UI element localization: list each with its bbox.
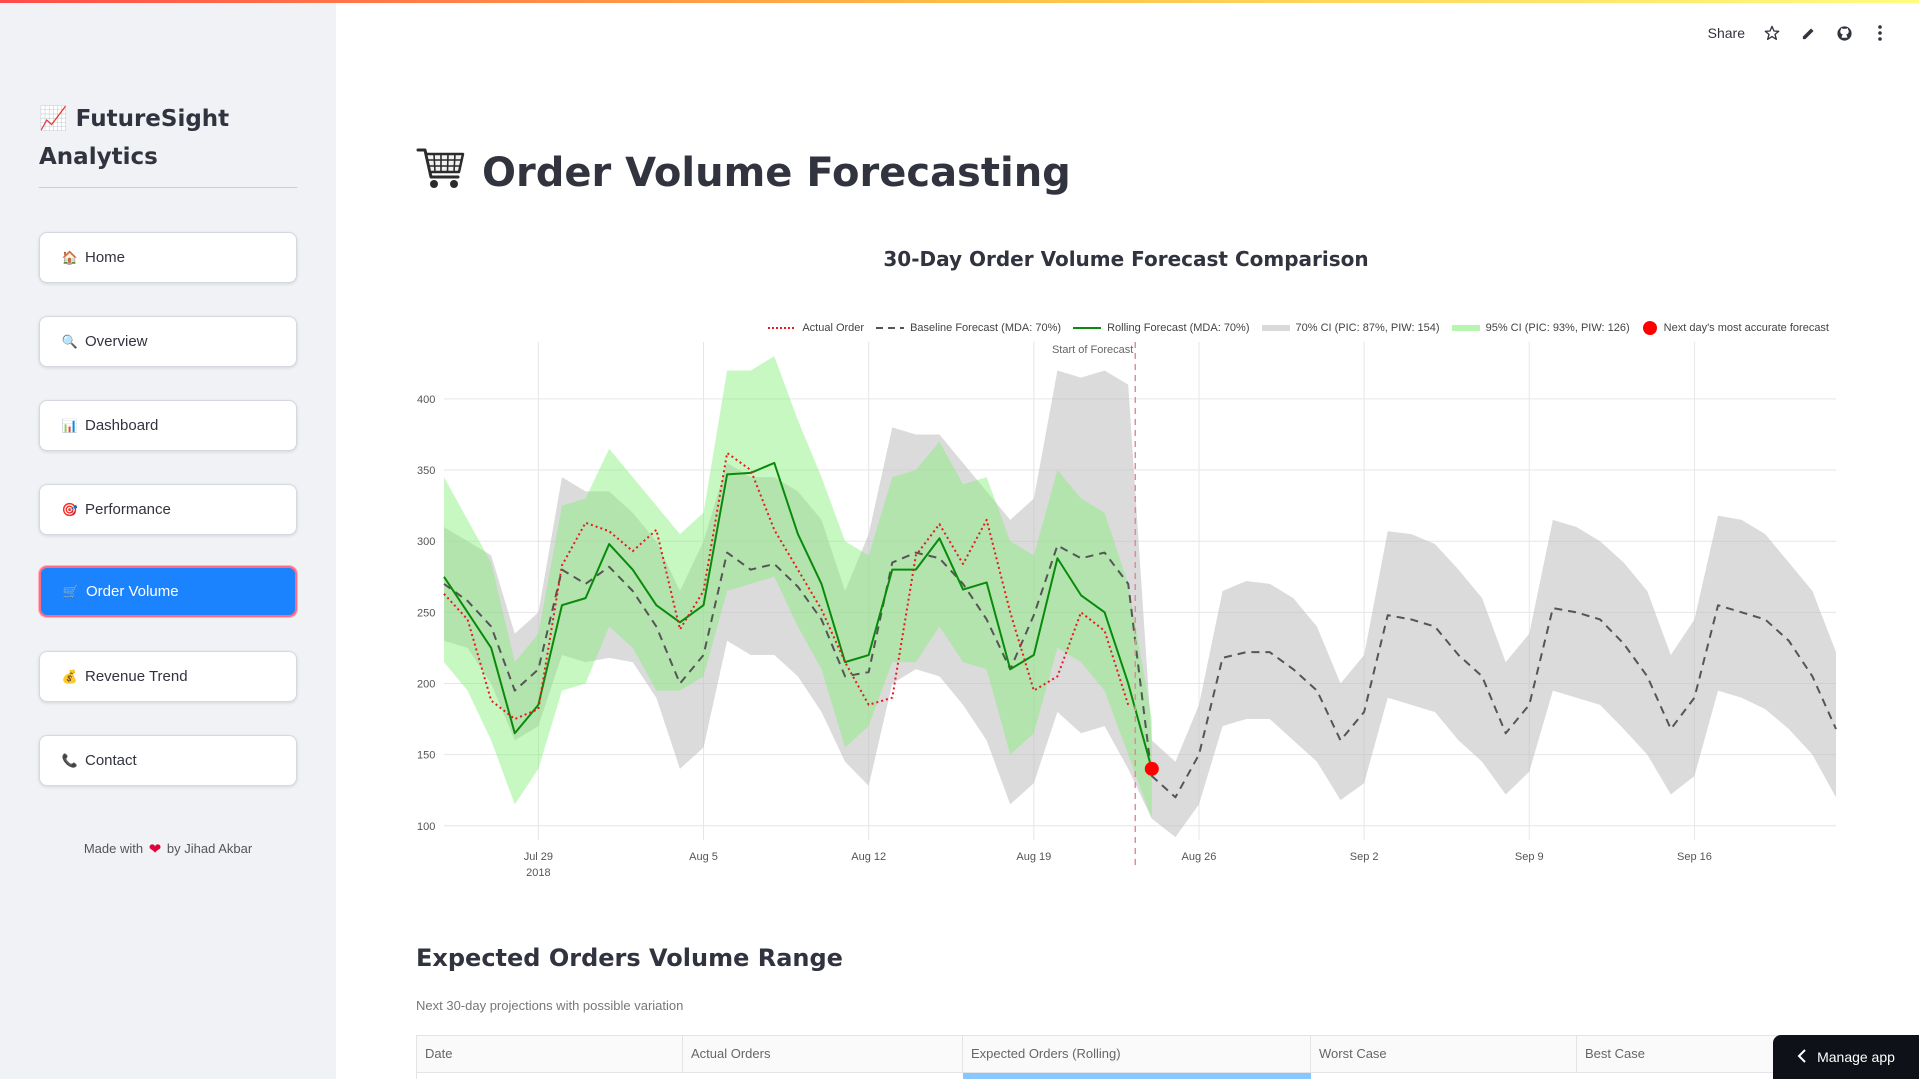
forecast-chart: 100 150 200 250 300 350 400 Jul 29 2018 Aug 5 Aug …: [417, 342, 1837, 879]
top-accent-bar: [0, 0, 1919, 3]
sidebar-item-label: Contact: [85, 752, 137, 769]
heart-icon: ❤: [148, 841, 162, 858]
column-header-actual-orders[interactable]: Actual Orders: [683, 1036, 963, 1072]
column-header-expected-orders[interactable]: Expected Orders (Rolling): [963, 1036, 1311, 1072]
x-tick-label: Sep 9: [1515, 851, 1544, 863]
sidebar-item-label: Home: [85, 249, 126, 266]
x-tick-label: 2018: [526, 867, 550, 879]
y-tick-label: 400: [417, 394, 435, 406]
y-tick-label: 200: [417, 678, 435, 690]
x-tick-label: Sep 16: [1677, 851, 1712, 863]
sidebar-item-contact[interactable]: 📞 Contact: [39, 735, 297, 786]
cart-icon: 🛒: [62, 583, 80, 599]
sidebar-item-order-volume[interactable]: 🛒 Order Volume: [39, 566, 297, 617]
y-tick-label: 250: [417, 607, 435, 619]
sidebar-divider: [39, 187, 297, 188]
chart-title: 30-Day Order Volume Forecast Comparison: [883, 247, 1369, 271]
magnifier-icon: 🔍: [61, 333, 79, 349]
next-day-forecast-point: [1144, 761, 1159, 776]
sidebar-item-label: Revenue Trend: [85, 668, 188, 685]
column-header-worst-case[interactable]: Worst Case: [1311, 1036, 1577, 1072]
column-header-date[interactable]: Date: [417, 1036, 683, 1072]
chevron-left-icon: [1797, 1048, 1807, 1066]
cart-icon: [416, 145, 466, 201]
sidebar-item-label: Performance: [85, 501, 171, 518]
share-button[interactable]: Share: [1708, 25, 1745, 41]
home-icon: 🏠: [61, 249, 79, 265]
header-actions: Share: [1708, 24, 1889, 42]
x-tick-label: Aug 19: [1016, 851, 1051, 863]
edit-pencil-icon[interactable]: [1799, 24, 1817, 42]
sidebar-item-dashboard[interactable]: 📊 Dashboard: [39, 400, 297, 451]
github-icon[interactable]: [1835, 24, 1853, 42]
highlighted-cell[interactable]: [963, 1073, 1311, 1079]
sidebar-item-revenue-trend[interactable]: 💰 Revenue Trend: [39, 651, 297, 702]
manage-app-button[interactable]: Manage app: [1773, 1035, 1919, 1079]
phone-icon: 📞: [61, 752, 79, 768]
y-tick-label: 350: [417, 465, 435, 477]
sidebar-item-performance[interactable]: 🎯 Performance: [39, 484, 297, 535]
range-table: Date Actual Orders Expected Orders (Roll…: [416, 1035, 1836, 1079]
section-title: Expected Orders Volume Range: [416, 944, 843, 972]
y-tick-label: 100: [417, 821, 435, 833]
x-tick-label: Aug 26: [1182, 851, 1217, 863]
x-tick-label: Sep 2: [1350, 851, 1379, 863]
star-icon[interactable]: [1763, 24, 1781, 42]
bar-chart-icon: 📊: [61, 417, 79, 433]
sidebar-item-label: Dashboard: [85, 417, 159, 434]
sidebar-item-label: Overview: [85, 333, 148, 350]
target-icon: 🎯: [61, 501, 79, 517]
more-options-icon[interactable]: [1871, 24, 1889, 42]
sidebar: 📈 FutureSight Analytics 🏠 Home 🔍 Overvie…: [0, 0, 336, 1079]
money-bag-icon: 💰: [61, 668, 79, 684]
y-tick-label: 150: [417, 750, 435, 762]
x-tick-label: Aug 5: [689, 851, 718, 863]
brand-title: 📈 FutureSight Analytics: [39, 106, 230, 170]
section-subtitle: Next 30-day projections with possible va…: [416, 998, 684, 1013]
x-tick-label: Jul 29: [524, 851, 553, 863]
page-title: Order Volume Forecasting: [416, 145, 1071, 201]
forecast-start-annotation: Start of Forecast: [1052, 344, 1133, 356]
x-tick-label: Aug 12: [851, 851, 886, 863]
sidebar-item-home[interactable]: 🏠 Home: [39, 232, 297, 283]
y-tick-label: 300: [417, 536, 435, 548]
footer-credit: Made with ❤ by Jihad Akbar: [83, 841, 253, 858]
sidebar-item-label: Order Volume: [86, 583, 179, 600]
sidebar-item-overview[interactable]: 🔍 Overview: [39, 316, 297, 367]
